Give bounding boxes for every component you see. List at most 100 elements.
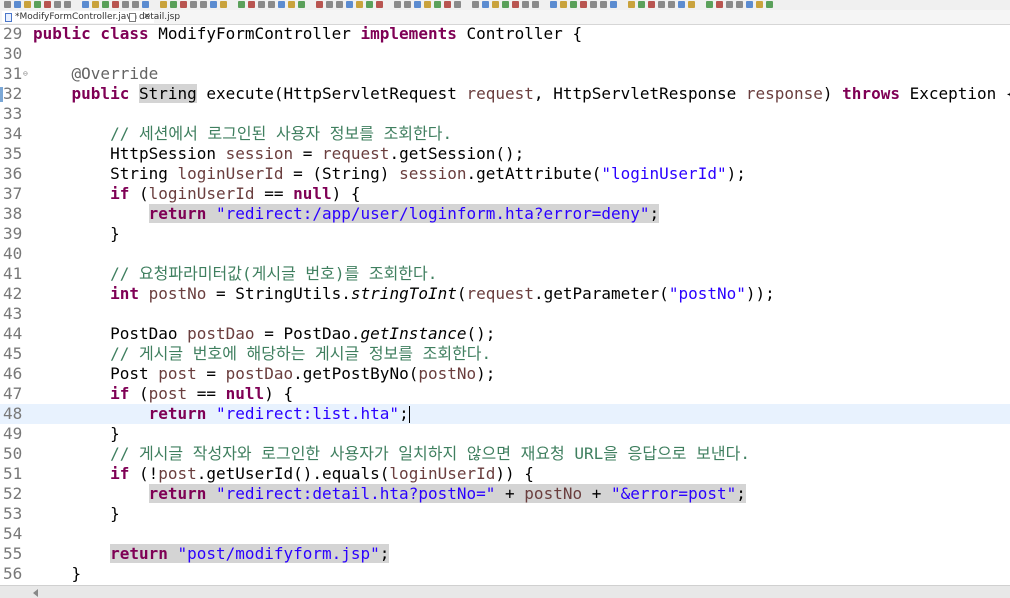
toolbar-icon[interactable] <box>278 1 285 8</box>
code-line[interactable]: 40 <box>0 244 1010 264</box>
code-line[interactable]: 52 return "redirect:detail.hta?postNo=" … <box>0 484 1010 504</box>
toolbar-icon[interactable] <box>170 1 177 8</box>
toolbar-icon[interactable] <box>560 1 567 8</box>
toolbar-icon[interactable] <box>4 1 11 8</box>
code-line[interactable]: 46 Post post = postDao.getPostByNo(postN… <box>0 364 1010 384</box>
toolbar-icon[interactable] <box>716 1 723 8</box>
toolbar-icon[interactable] <box>424 1 431 8</box>
code-line[interactable]: 47 if (post == null) { <box>0 384 1010 404</box>
toolbar-icon[interactable] <box>706 1 713 8</box>
toolbar-icon[interactable] <box>756 1 763 8</box>
toolbar-icon[interactable] <box>454 1 461 8</box>
code-line[interactable]: 42 int postNo = StringUtils.stringToInt(… <box>0 284 1010 304</box>
toolbar-icon[interactable] <box>726 1 733 8</box>
toolbar-icon[interactable] <box>238 1 245 8</box>
toolbar-icon[interactable] <box>336 1 343 8</box>
toolbar-icon[interactable] <box>316 1 323 8</box>
toolbar-icon[interactable] <box>326 1 333 8</box>
code-line[interactable]: 53 } <box>0 504 1010 524</box>
toolbar-icon[interactable] <box>678 1 685 8</box>
toolbar-icon[interactable] <box>14 1 21 8</box>
toolbar-icon[interactable] <box>580 1 587 8</box>
toolbar-icon[interactable] <box>590 1 597 8</box>
toolbar-icon[interactable] <box>522 1 529 8</box>
toolbar-icon[interactable] <box>210 1 217 8</box>
toolbar-icon[interactable] <box>298 1 305 8</box>
toolbar-icon[interactable] <box>258 1 265 8</box>
toolbar-icon[interactable] <box>34 1 41 8</box>
code-line[interactable]: 50 // 게시글 작성자와 로그인한 사용자가 일치하지 않으면 재요청 UR… <box>0 444 1010 464</box>
toolbar-icon[interactable] <box>142 1 149 8</box>
toolbar-icon[interactable] <box>648 1 655 8</box>
toolbar-icon[interactable] <box>288 1 295 8</box>
toolbar-icon[interactable] <box>600 1 607 8</box>
code-line[interactable]: 30 <box>0 44 1010 64</box>
toolbar-icon[interactable] <box>44 1 51 8</box>
code-line[interactable]: 35 HttpSession session = request.getSess… <box>0 144 1010 164</box>
fold-toggle-icon[interactable]: ⊖ <box>23 70 28 78</box>
code-line[interactable]: 54 <box>0 524 1010 544</box>
code-line[interactable]: 36 String loginUserId = (String) session… <box>0 164 1010 184</box>
tab-detail-jsp[interactable]: detail.jsp <box>126 11 183 23</box>
toolbar-icon[interactable] <box>54 1 61 8</box>
code-line[interactable]: 55 return "post/modifyform.jsp"; <box>0 544 1010 564</box>
toolbar-icon[interactable] <box>190 1 197 8</box>
toolbar-icon[interactable] <box>746 1 753 8</box>
toolbar-icon[interactable] <box>766 1 773 8</box>
toolbar-icon[interactable] <box>180 1 187 8</box>
toolbar-icon[interactable] <box>200 1 207 8</box>
toolbar-icon[interactable] <box>502 1 509 8</box>
horizontal-scrollbar[interactable] <box>0 585 1010 598</box>
toolbar-icon[interactable] <box>658 1 665 8</box>
code-line[interactable]: 33 <box>0 104 1010 124</box>
code-line[interactable]: 38 return "redirect:/app/user/loginform.… <box>0 204 1010 224</box>
code-line[interactable]: 29 public class ModifyFormController impl… <box>0 24 1010 44</box>
toolbar-icon[interactable] <box>444 1 451 8</box>
code-line[interactable]: 39 } <box>0 224 1010 244</box>
toolbar-icon[interactable] <box>638 1 645 8</box>
toolbar-icon[interactable] <box>512 1 519 8</box>
toolbar-icon[interactable] <box>414 1 421 8</box>
toolbar-icon[interactable] <box>628 1 635 8</box>
toolbar-icon[interactable] <box>92 1 99 8</box>
code-line[interactable]: 37 if (loginUserId == null) { <box>0 184 1010 204</box>
code-line[interactable]: 56 } <box>0 564 1010 584</box>
code-line[interactable]: 44 PostDao postDao = PostDao.getInstance… <box>0 324 1010 344</box>
toolbar-icon[interactable] <box>122 1 129 8</box>
toolbar-icon[interactable] <box>64 1 71 8</box>
toolbar-icon[interactable] <box>366 1 373 8</box>
code-line[interactable]: 51 if (!post.getUserId().equals(loginUse… <box>0 464 1010 484</box>
code-line[interactable]: 49 } <box>0 424 1010 444</box>
toolbar-icon[interactable] <box>160 1 167 8</box>
toolbar-icon[interactable] <box>482 1 489 8</box>
toolbar-icon[interactable] <box>668 1 675 8</box>
toolbar-icon[interactable] <box>346 1 353 8</box>
toolbar-icon[interactable] <box>472 1 479 8</box>
toolbar-icon[interactable] <box>376 1 383 8</box>
code-line[interactable]: 34 // 세션에서 로그인된 사용자 정보를 조회한다. <box>0 124 1010 144</box>
toolbar-icon[interactable] <box>82 1 89 8</box>
code-line[interactable]: 31 ⊖ @Override <box>0 64 1010 84</box>
code-editor[interactable]: 29 public class ModifyFormController impl… <box>0 24 1010 585</box>
toolbar-icon[interactable] <box>688 1 695 8</box>
code-line[interactable]: 45 // 게시글 번호에 해당하는 게시글 정보를 조회한다. <box>0 344 1010 364</box>
toolbar-icon[interactable] <box>394 1 401 8</box>
toolbar-icon[interactable] <box>492 1 499 8</box>
toolbar-icon[interactable] <box>570 1 577 8</box>
toolbar-icon[interactable] <box>610 1 617 8</box>
toolbar-icon[interactable] <box>132 1 139 8</box>
toolbar-icon[interactable] <box>434 1 441 8</box>
code-line[interactable]: 48 return "redirect:list.hta"; <box>0 404 1010 424</box>
toolbar-icon[interactable] <box>112 1 119 8</box>
toolbar-icon[interactable] <box>268 1 275 8</box>
toolbar-icon[interactable] <box>532 1 539 8</box>
scroll-left-icon[interactable] <box>33 589 38 597</box>
toolbar-icon[interactable] <box>356 1 363 8</box>
toolbar-icon[interactable] <box>220 1 227 8</box>
toolbar-icon[interactable] <box>550 1 557 8</box>
code-line[interactable]: 41 // 요청파라미터값(게시글 번호)를 조회한다. <box>0 264 1010 284</box>
toolbar-icon[interactable] <box>102 1 109 8</box>
toolbar-icon[interactable] <box>248 1 255 8</box>
toolbar-icon[interactable] <box>736 1 743 8</box>
code-line[interactable]: 32 public String execute(HttpServletRequ… <box>0 84 1010 104</box>
